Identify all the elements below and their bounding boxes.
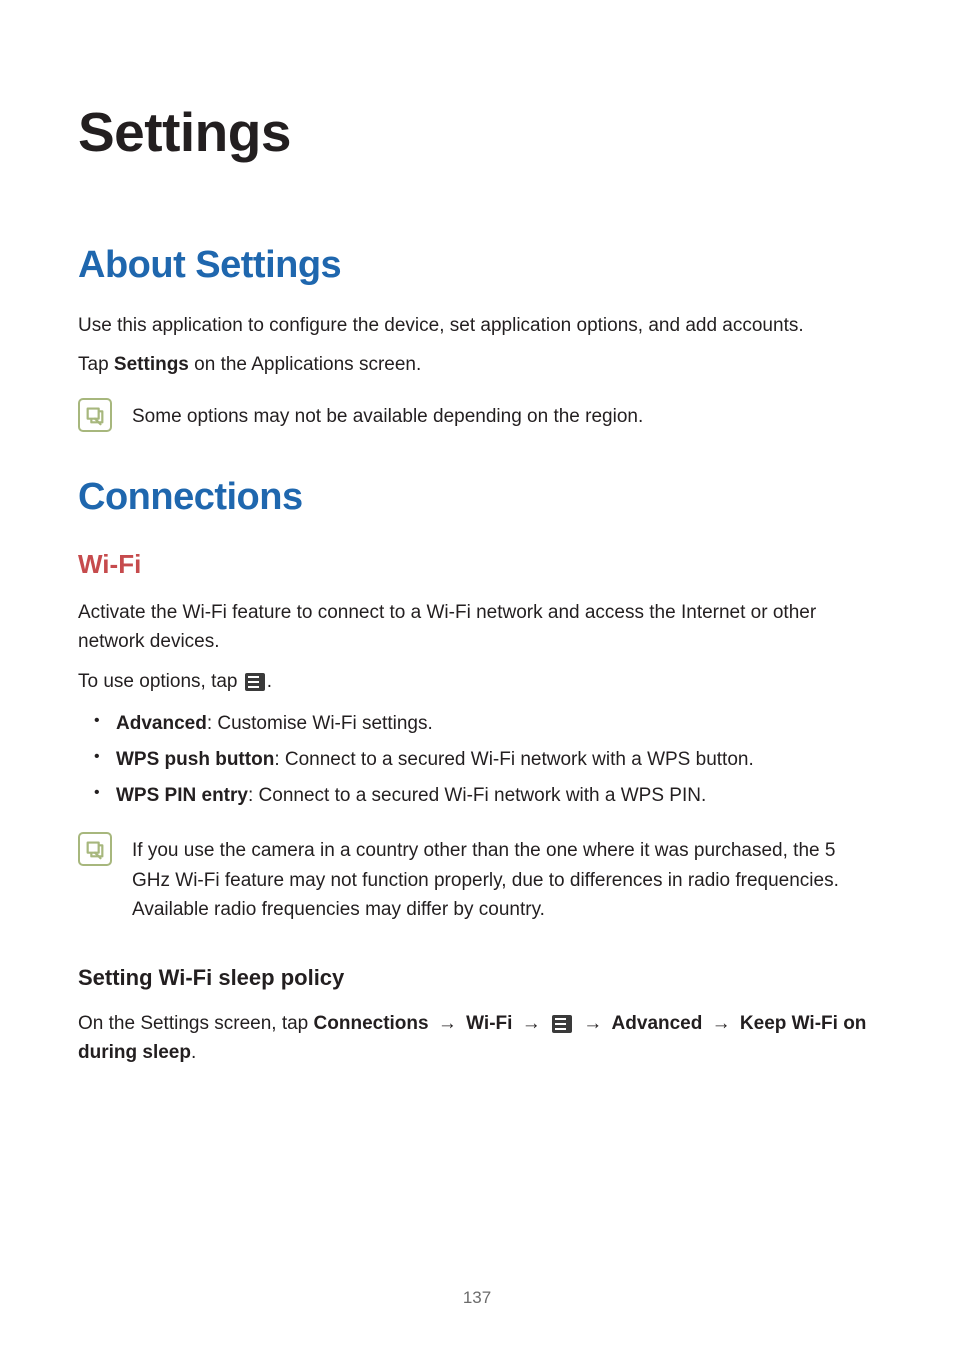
note-icon [78, 398, 112, 432]
section-about-settings: About Settings Use this application to c… [78, 244, 876, 432]
list-item: WPS push button: Connect to a secured Wi… [100, 742, 876, 778]
sleep-heading: Setting Wi-Fi sleep policy [78, 965, 876, 991]
wifi-heading: Wi-Fi [78, 549, 876, 580]
menu-icon [552, 1015, 572, 1033]
connections-heading: Connections [78, 476, 876, 519]
option-desc: : Connect to a secured Wi-Fi network wit… [248, 785, 706, 806]
note-icon [78, 832, 112, 866]
text: To use options, tap [78, 671, 243, 692]
settings-bold: Settings [114, 354, 189, 375]
option-desc: : Connect to a secured Wi-Fi network wit… [274, 749, 753, 770]
menu-icon [245, 673, 265, 691]
text: on the Applications screen. [189, 354, 421, 375]
arrow-icon: → [712, 1013, 731, 1034]
arrow-icon: → [583, 1013, 602, 1034]
section-sleep-policy: Setting Wi-Fi sleep policy On the Settin… [78, 965, 876, 1068]
page-title: Settings [78, 100, 876, 164]
wifi-paragraph-1: Activate the Wi-Fi feature to connect to… [78, 598, 876, 657]
path-connections: Connections [314, 1013, 429, 1034]
about-heading: About Settings [78, 244, 876, 287]
note-text: If you use the camera in a country other… [132, 832, 876, 924]
text: . [267, 671, 272, 692]
list-item: WPS PIN entry: Connect to a secured Wi-F… [100, 778, 876, 814]
note-block: Some options may not be available depend… [78, 398, 876, 432]
text: . [191, 1042, 196, 1063]
note-text: Some options may not be available depend… [132, 398, 643, 431]
sleep-paragraph: On the Settings screen, tap Connections … [78, 1009, 876, 1068]
wifi-paragraph-2: To use options, tap . [78, 667, 876, 696]
section-wifi: Wi-Fi Activate the Wi-Fi feature to conn… [78, 549, 876, 1068]
option-label: WPS push button [116, 749, 274, 770]
list-item: Advanced: Customise Wi-Fi settings. [100, 706, 876, 742]
arrow-icon: → [522, 1013, 541, 1034]
text: Tap [78, 354, 114, 375]
text: On the Settings screen, tap [78, 1013, 314, 1034]
path-advanced: Advanced [612, 1013, 703, 1034]
path-wifi: Wi-Fi [466, 1013, 512, 1034]
arrow-icon: → [438, 1013, 457, 1034]
page-number: 137 [0, 1288, 954, 1308]
wifi-options-list: Advanced: Customise Wi-Fi settings. WPS … [78, 706, 876, 814]
about-paragraph-2: Tap Settings on the Applications screen. [78, 350, 876, 379]
note-block: If you use the camera in a country other… [78, 832, 876, 924]
about-paragraph-1: Use this application to configure the de… [78, 311, 876, 340]
option-label: WPS PIN entry [116, 785, 248, 806]
section-connections: Connections Wi-Fi Activate the Wi-Fi fea… [78, 476, 876, 1068]
option-label: Advanced [116, 713, 207, 734]
page: Settings About Settings Use this applica… [0, 0, 954, 1350]
option-desc: : Customise Wi-Fi settings. [207, 713, 433, 734]
